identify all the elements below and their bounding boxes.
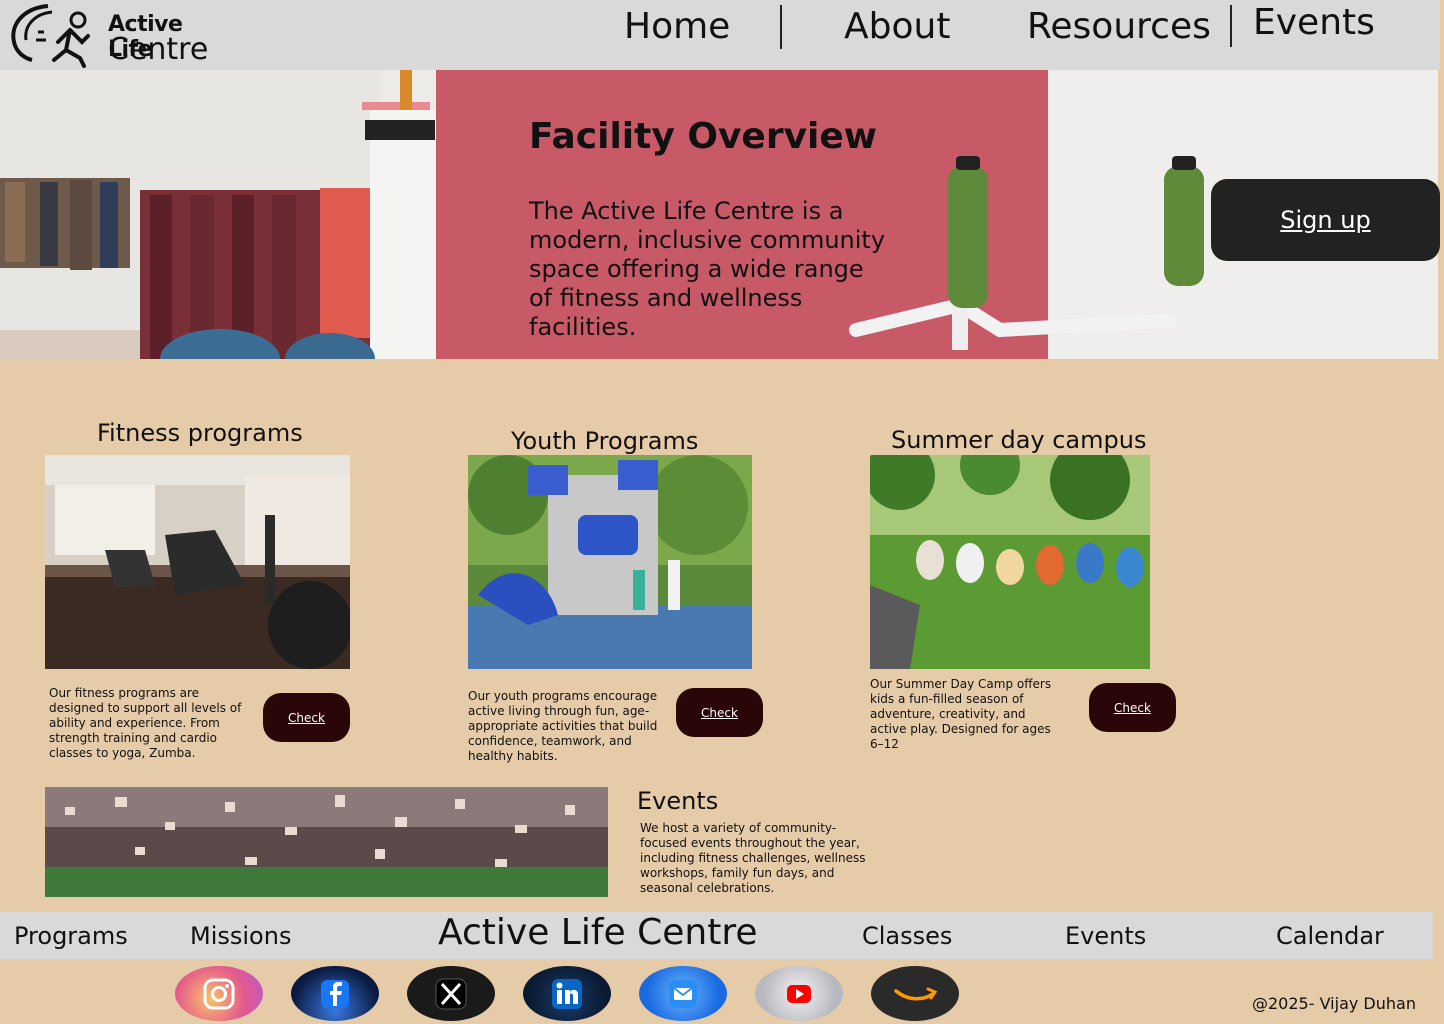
playground-photo xyxy=(468,455,752,669)
check-button-youth[interactable]: Check xyxy=(676,688,763,737)
footer-link-events[interactable]: Events xyxy=(1065,922,1146,950)
footer-link-classes[interactable]: Classes xyxy=(862,922,952,950)
logo-text-line2: Centre xyxy=(108,32,209,67)
linkedin-icon[interactable] xyxy=(523,966,611,1021)
card-title-summer: Summer day campus xyxy=(891,426,1147,454)
x-icon[interactable] xyxy=(407,966,495,1021)
check-button-summer[interactable]: Check xyxy=(1089,683,1176,732)
stadium-crowd-photo xyxy=(45,787,608,897)
copyright-text: @2025- Vijay Duhan xyxy=(1252,994,1416,1013)
nav-home[interactable]: Home xyxy=(624,6,730,47)
footer-link-programs[interactable]: Programs xyxy=(14,922,128,950)
fitness-room-photo xyxy=(45,455,350,669)
youtube-icon[interactable] xyxy=(755,966,843,1021)
site-header: Active Life Centre Home About Resources … xyxy=(0,0,1440,70)
hero-description: The Active Life Centre is a modern, incl… xyxy=(529,197,886,341)
footer-link-calendar[interactable]: Calendar xyxy=(1276,922,1384,950)
hero-title: Facility Overview xyxy=(529,116,878,157)
card-title-fitness: Fitness programs xyxy=(97,419,303,447)
summer-camp-photo xyxy=(870,455,1150,669)
card-desc-summer: Our Summer Day Camp offers kids a fun-fi… xyxy=(870,677,1052,751)
footer-brand: Active Life Centre xyxy=(438,912,758,953)
facebook-icon[interactable] xyxy=(291,966,379,1021)
mail-icon[interactable] xyxy=(639,966,727,1021)
nav-divider xyxy=(780,5,782,49)
card-desc-fitness: Our fitness programs are designed to sup… xyxy=(49,686,242,760)
nav-events[interactable]: Events xyxy=(1253,2,1375,43)
nav-about[interactable]: About xyxy=(844,6,950,47)
footer-nav: Programs Missions Active Life Centre Cla… xyxy=(0,912,1433,959)
footer-link-missions[interactable]: Missions xyxy=(190,922,291,950)
signup-button[interactable]: Sign up xyxy=(1211,179,1440,261)
amazon-icon[interactable] xyxy=(871,966,959,1021)
instagram-icon[interactable] xyxy=(175,966,263,1021)
events-description: We host a variety of community-focused e… xyxy=(640,821,866,895)
runner-logo-icon xyxy=(11,4,90,68)
nav-divider xyxy=(1230,5,1232,47)
events-heading: Events xyxy=(637,787,719,815)
card-title-youth: Youth Programs xyxy=(511,427,699,455)
logo[interactable]: Active Life Centre xyxy=(8,2,228,68)
card-desc-youth: Our youth programs encourage active livi… xyxy=(468,689,658,763)
check-button-fitness[interactable]: Check xyxy=(263,693,350,742)
nav-resources[interactable]: Resources xyxy=(1027,6,1211,47)
